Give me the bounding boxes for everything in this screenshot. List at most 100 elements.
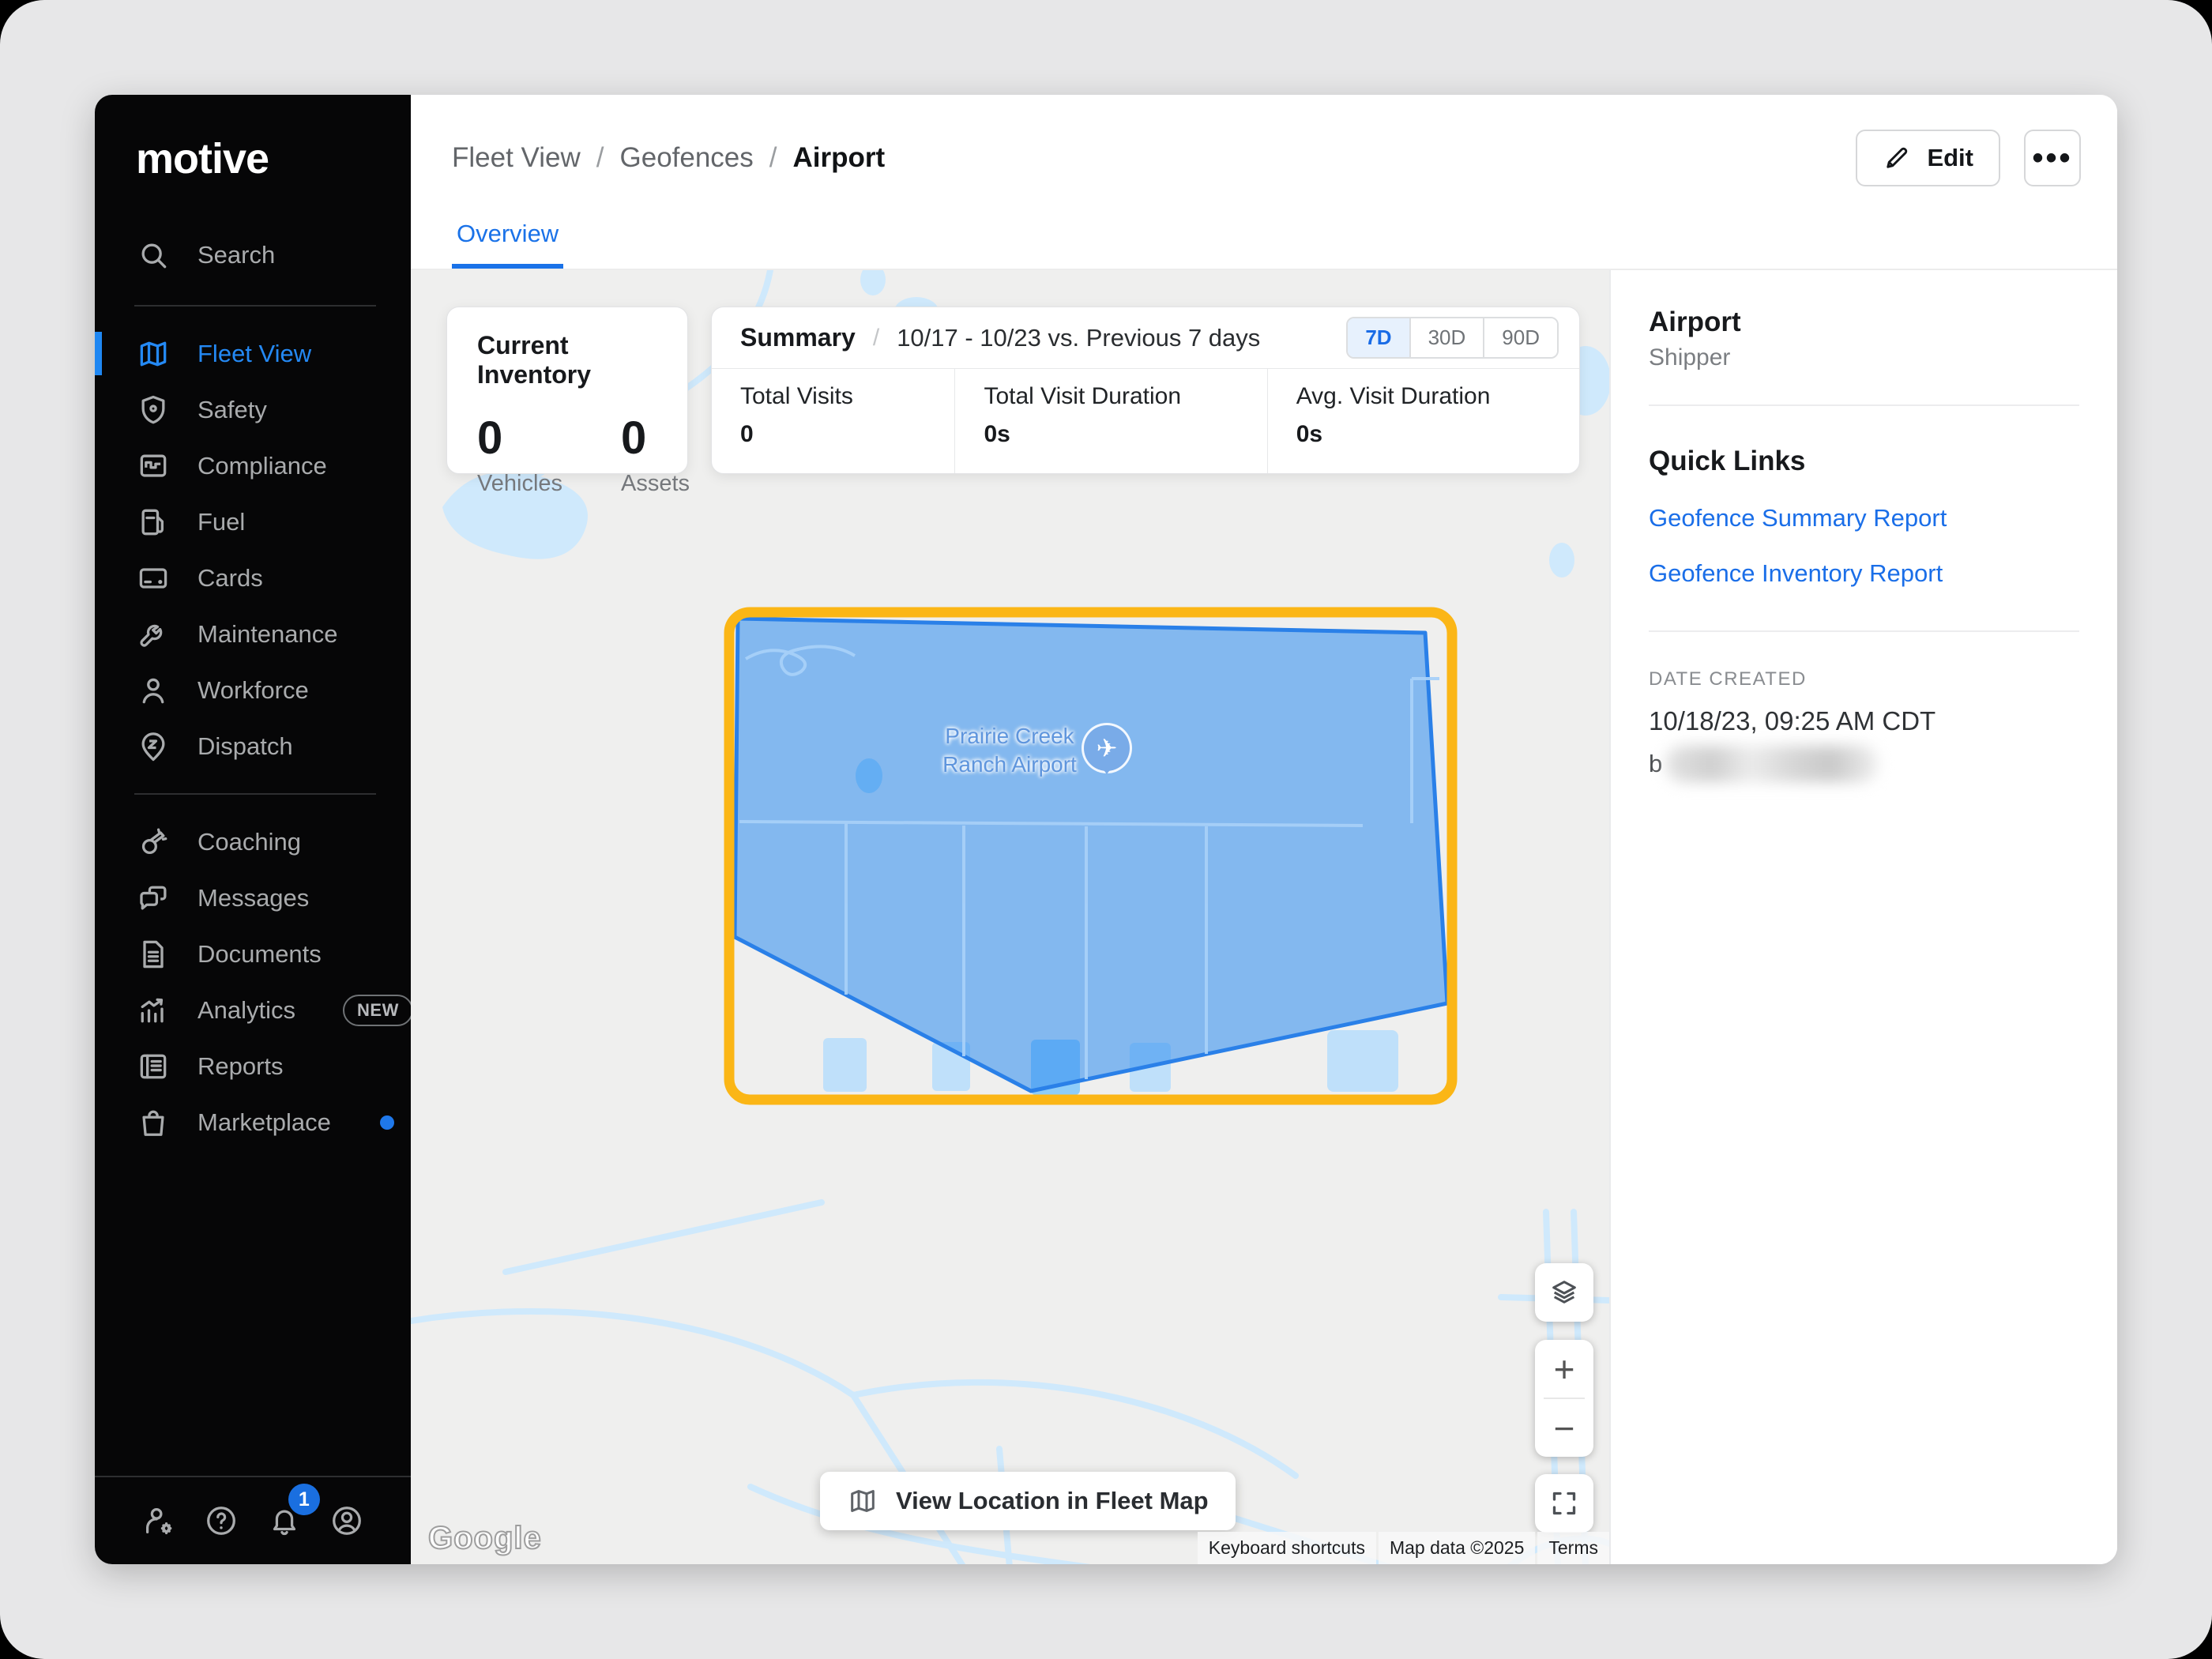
sidebar-item-label: Reports — [198, 1052, 284, 1081]
inventory-stat-assets: 0 Assets — [621, 412, 690, 497]
fuel-pump-icon — [136, 505, 171, 540]
map-layers-button[interactable] — [1535, 1263, 1593, 1322]
assets-label: Assets — [621, 471, 690, 497]
summary-stats: Total Visits 0 Total Visit Duration 0s A… — [712, 369, 1579, 473]
sidebar-item-workforce[interactable]: Workforce — [95, 662, 411, 718]
breadcrumb: Fleet View / Geofences / Airport — [452, 142, 885, 174]
sidebar-item-maintenance[interactable]: Maintenance — [95, 606, 411, 662]
sidebar-item-label: Marketplace — [198, 1108, 331, 1137]
wrench-icon — [136, 617, 171, 652]
breadcrumb-separator: / — [769, 142, 777, 174]
tab-bar: Overview — [411, 220, 2117, 270]
credit-card-icon — [136, 561, 171, 596]
date-created-label: DATE CREATED — [1649, 668, 2079, 690]
stat-total-visit-duration: Total Visit Duration 0s — [954, 369, 1266, 473]
period-90d-button[interactable]: 90D — [1483, 318, 1557, 357]
zoom-in-button[interactable]: + — [1535, 1340, 1593, 1398]
sidebar-divider — [134, 793, 376, 795]
document-icon — [136, 937, 171, 972]
breadcrumb-current-airport: Airport — [793, 142, 886, 174]
sidebar-item-label: Coaching — [198, 828, 301, 856]
sidebar-item-label: Fleet View — [198, 340, 311, 368]
terms-link[interactable]: Terms — [1537, 1532, 1609, 1564]
admin-settings-button[interactable] — [139, 1501, 179, 1540]
sidebar-item-reports[interactable]: Reports — [95, 1038, 411, 1094]
sidebar-item-label: Compliance — [198, 452, 327, 480]
shield-icon — [136, 393, 171, 427]
account-button[interactable] — [327, 1501, 367, 1540]
geofence-map[interactable]: Prairie Creek Ranch Airport ✈ Current In… — [411, 270, 1609, 1564]
help-button[interactable] — [201, 1501, 241, 1540]
sidebar-item-label: Analytics — [198, 996, 295, 1025]
map-data-copyright: Map data ©2025 — [1379, 1532, 1535, 1564]
view-location-fleet-map-button[interactable]: View Location in Fleet Map — [820, 1472, 1236, 1530]
edit-button-label: Edit — [1927, 144, 1973, 172]
period-segmented-control: 7D 30D 90D — [1346, 317, 1559, 359]
pencil-icon — [1883, 144, 1911, 172]
main-content: Fleet View / Geofences / Airport Edit ••… — [411, 95, 2117, 1564]
dispatch-pin-icon — [136, 729, 171, 764]
sidebar-item-label: Cards — [198, 564, 263, 592]
sidebar-item-search[interactable]: Search — [95, 224, 411, 286]
map-zoom-control: + − — [1535, 1340, 1593, 1457]
sidebar-item-marketplace[interactable]: Marketplace — [95, 1094, 411, 1150]
sidebar-item-label: Dispatch — [198, 732, 293, 761]
period-7d-button[interactable]: 7D — [1348, 318, 1409, 357]
map-fullscreen-button[interactable] — [1535, 1474, 1593, 1533]
sidebar-footer: 1 — [95, 1476, 411, 1564]
summary-separator: / — [873, 325, 879, 352]
compliance-icon — [136, 449, 171, 483]
notification-count-badge: 1 — [288, 1484, 320, 1515]
overview-body: Prairie Creek Ranch Airport ✈ Current In… — [411, 270, 2117, 1564]
sidebar-item-dispatch[interactable]: Dispatch — [95, 718, 411, 774]
sidebar-item-coaching[interactable]: Coaching — [95, 814, 411, 870]
summary-header: Summary / 10/17 - 10/23 vs. Previous 7 d… — [712, 307, 1579, 369]
sidebar-item-compliance[interactable]: Compliance — [95, 438, 411, 494]
geofence-summary-report-link[interactable]: Geofence Summary Report — [1649, 504, 2079, 532]
inventory-stat-vehicles: 0 Vehicles — [477, 412, 562, 497]
redacted-author-name — [1665, 746, 1879, 782]
sidebar: motive Search Fleet View Safety Complian… — [95, 95, 411, 1564]
user-gear-icon — [141, 1503, 177, 1539]
fab-label: View Location in Fleet Map — [896, 1487, 1209, 1515]
panel-divider — [1649, 630, 2079, 632]
date-created-value: 10/18/23, 09:25 AM CDT — [1649, 706, 2079, 736]
map-attribution: Keyboard shortcuts Map data ©2025 Terms — [1198, 1532, 1609, 1564]
zoom-out-button[interactable]: − — [1535, 1399, 1593, 1457]
shopping-bag-icon — [136, 1105, 171, 1140]
summary-title: Summary — [740, 323, 856, 352]
whistle-icon — [136, 825, 171, 860]
sidebar-item-label: Messages — [198, 884, 309, 912]
sidebar-item-fleet-view[interactable]: Fleet View — [95, 325, 411, 382]
sidebar-item-fuel[interactable]: Fuel — [95, 494, 411, 550]
summary-card: Summary / 10/17 - 10/23 vs. Previous 7 d… — [711, 307, 1580, 474]
search-icon — [136, 238, 171, 273]
edit-button[interactable]: Edit — [1856, 130, 2000, 186]
motive-logo: motive — [95, 95, 411, 183]
keyboard-shortcuts-link[interactable]: Keyboard shortcuts — [1198, 1532, 1376, 1564]
more-options-button[interactable]: ••• — [2024, 130, 2081, 186]
created-by-prefix: b — [1649, 750, 1662, 778]
sidebar-divider — [134, 305, 376, 307]
breadcrumb-geofences[interactable]: Geofences — [620, 142, 754, 174]
sidebar-item-documents[interactable]: Documents — [95, 926, 411, 982]
stat-avg-visit-duration: Avg. Visit Duration 0s — [1267, 369, 1579, 473]
sidebar-item-cards[interactable]: Cards — [95, 550, 411, 606]
geofence-inventory-report-link[interactable]: Geofence Inventory Report — [1649, 559, 2079, 588]
sidebar-item-safety[interactable]: Safety — [95, 382, 411, 438]
breadcrumb-fleet-view[interactable]: Fleet View — [452, 142, 581, 174]
sidebar-item-label: Maintenance — [198, 620, 338, 649]
map-icon — [136, 337, 171, 371]
tab-overview[interactable]: Overview — [452, 220, 563, 269]
notifications-button[interactable]: 1 — [265, 1501, 304, 1540]
current-inventory-card: Current Inventory 0 Vehicles 0 Assets — [446, 307, 688, 474]
analytics-chart-icon — [136, 993, 171, 1028]
sidebar-item-analytics[interactable]: Analytics NEW — [95, 982, 411, 1038]
sidebar-item-messages[interactable]: Messages — [95, 870, 411, 926]
map-icon — [847, 1485, 878, 1517]
google-logo: Google — [428, 1521, 542, 1556]
geofence-polygon — [735, 619, 1447, 1091]
period-30d-button[interactable]: 30D — [1409, 318, 1484, 357]
header-actions: Edit ••• — [1856, 130, 2081, 186]
inventory-card-title: Current Inventory — [477, 331, 657, 389]
